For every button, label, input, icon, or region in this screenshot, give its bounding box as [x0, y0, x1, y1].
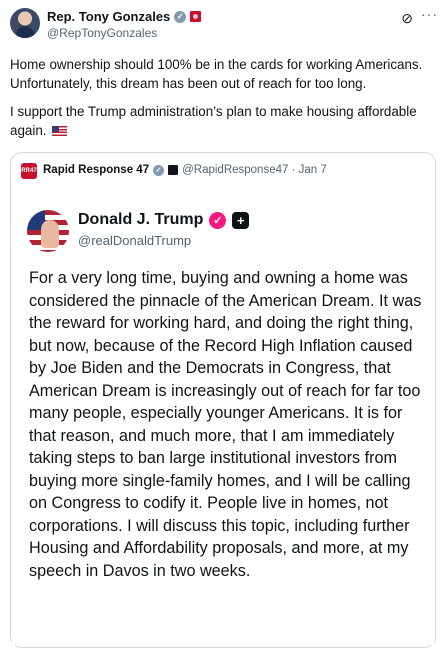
author-name-row: Rep. Tony Gonzales ✓ [47, 9, 202, 24]
quoted-author-name[interactable]: Rapid Response 47 [43, 164, 149, 176]
quoted-author-handle-date[interactable]: @RapidResponse47 · Jan 7 [182, 164, 327, 176]
verified-badge-icon[interactable]: ✓ [174, 10, 187, 23]
author-handle[interactable]: @RepTonyGonzales [47, 26, 157, 40]
plus-icon: + [232, 211, 250, 229]
trump-name: Donald J. Trump [78, 211, 204, 228]
trump-verified-badge-icon: ✓ [209, 211, 227, 229]
tweet-text-paragraph-2-text: I support the Trump administration’s pla… [10, 104, 417, 138]
quoted-tweet[interactable]: RR47 Rapid Response 47 ✓ @RapidResponse4… [10, 152, 436, 648]
quoted-author-row: Rapid Response 47 ✓ @RapidResponse47 · J… [43, 164, 327, 176]
author-name[interactable]: Rep. Tony Gonzales [47, 9, 170, 24]
more-options-icon[interactable]: ··· [421, 6, 438, 22]
trump-name-row: Donald J. Trump ✓ + [78, 211, 250, 229]
quoted-media-screenshot[interactable]: Donald J. Trump ✓ + @realDonaldTrump For… [12, 189, 434, 645]
author-avatar[interactable] [10, 8, 40, 38]
rapid-response-logo-icon[interactable]: RR47 [21, 163, 37, 179]
tweet: Rep. Tony Gonzales ✓ @RepTonyGonzales ⊘ … [0, 0, 447, 657]
quoted-verified-badge-icon: ✓ [153, 164, 165, 176]
trump-avatar [27, 210, 69, 252]
trump-handle: @realDonaldTrump [78, 233, 192, 248]
us-flag-icon [52, 126, 68, 136]
grok-icon[interactable]: ⊘ [401, 10, 413, 27]
quoted-affiliation-icon [168, 165, 179, 175]
tweet-text-paragraph-1: Home ownership should 100% be in the car… [10, 57, 423, 91]
government-affiliation-icon[interactable] [190, 11, 202, 22]
trump-post-text: For a very long time, buying and owning … [29, 269, 422, 580]
tweet-text-paragraph-2: I support the Trump administration’s pla… [10, 102, 440, 140]
